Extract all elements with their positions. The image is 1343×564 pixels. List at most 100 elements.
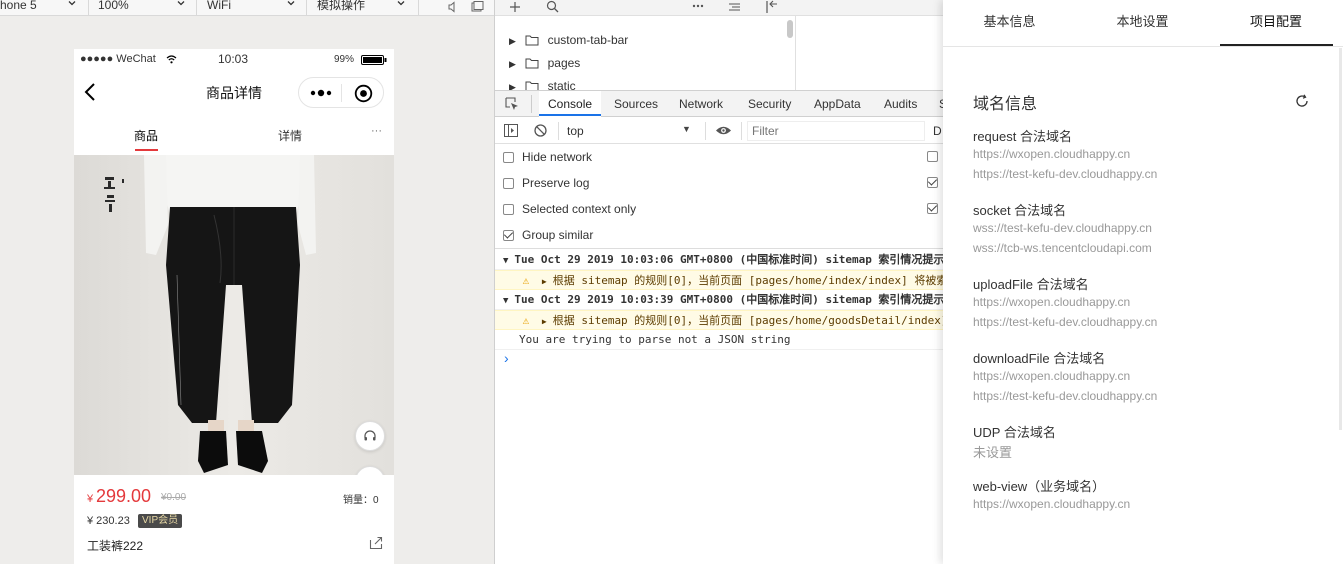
request-domain-value: https://wxopen.cloudhappy.cn <box>973 147 1131 161</box>
window-icon[interactable] <box>471 1 484 13</box>
divider <box>531 95 532 113</box>
checkbox[interactable] <box>503 204 514 215</box>
zoom-select-value: 100% <box>98 0 129 12</box>
more-dots-icon[interactable] <box>310 88 332 98</box>
console-warning[interactable]: ⚠ ▶ 根据 sitemap 的规则[0]，当前页面 [pages/home/in… <box>495 270 943 290</box>
caret-right-icon: ▶ <box>509 82 516 90</box>
divider <box>705 122 706 140</box>
tab-detail[interactable]: 详情 <box>278 127 302 144</box>
tab-appdata[interactable]: AppData <box>814 91 861 117</box>
status-bar: ●●●●● WeChat 10:03 99% <box>74 49 394 69</box>
search-icon[interactable] <box>546 0 559 13</box>
clock: 10:03 <box>218 52 249 66</box>
context-select-value: top <box>567 124 584 138</box>
checkbox-autocomplete[interactable] <box>927 203 938 214</box>
caret-right-icon: ▶ <box>509 36 516 46</box>
uploadfile-domain-value: https://test-kefu-dev.cloudhappy.cn <box>973 315 1158 329</box>
vip-badge: VIP会员 <box>138 514 183 528</box>
zoom-select[interactable]: 100% <box>98 0 188 14</box>
panel-scrollbar[interactable] <box>1339 48 1342 430</box>
share-icon[interactable] <box>369 536 383 550</box>
price-currency: ¥ <box>87 493 94 505</box>
console-group-header[interactable]: ▼ Tue Oct 29 2019 10:03:39 GMT+0800 (中国标准… <box>495 290 943 310</box>
tab-sources[interactable]: Sources <box>614 91 658 117</box>
option-group-similar[interactable]: Group similar <box>503 222 593 248</box>
default-levels-select[interactable]: D <box>933 124 942 138</box>
checkbox[interactable] <box>503 152 514 163</box>
tree-item-pages[interactable]: ▶ pages <box>509 53 580 73</box>
option-preserve-log[interactable]: Preserve log <box>503 170 589 196</box>
checkbox[interactable] <box>503 230 514 241</box>
tree-item-label: custom-tab-bar <box>547 33 629 47</box>
console-warning[interactable]: ⚠ ▶ 根据 sitemap 的规则[0]，当前页面 [pages/home/go… <box>495 310 943 330</box>
tree-item-static[interactable]: ▶ static <box>509 76 576 90</box>
product-photo-illustration <box>74 155 394 475</box>
eye-icon[interactable] <box>715 125 732 136</box>
volume-icon[interactable] <box>447 1 459 13</box>
tab-network[interactable]: Network <box>679 91 723 117</box>
chevron-down-icon <box>177 1 185 6</box>
downloadfile-domain-value: https://test-kefu-dev.cloudhappy.cn <box>973 389 1158 403</box>
option-label: Preserve log <box>522 176 590 190</box>
chevron-down-icon <box>287 1 295 6</box>
option-label: Hide network <box>522 150 593 164</box>
warning-icon: ⚠ <box>522 274 530 287</box>
tab-goods[interactable]: 商品 <box>134 127 158 144</box>
folder-icon <box>525 81 539 90</box>
active-tab-indicator <box>135 149 158 151</box>
checkbox[interactable] <box>503 178 514 189</box>
close-miniprogram-icon[interactable] <box>354 84 373 103</box>
checkbox-log-xmlhttprequests[interactable] <box>927 151 938 162</box>
console-filter-input[interactable] <box>747 121 925 141</box>
console-group-header[interactable]: ▼ Tue Oct 29 2019 10:03:06 GMT+0800 (中国标准… <box>495 250 943 270</box>
udp-domain-value: 未设置 <box>973 445 1013 460</box>
tab-audits[interactable]: Audits <box>884 91 917 117</box>
tree-item-custom-tab-bar[interactable]: ▶ custom-tab-bar <box>509 30 628 50</box>
option-hide-network[interactable]: Hide network <box>503 144 592 170</box>
console-prompt[interactable]: › <box>504 350 509 366</box>
divider <box>306 0 307 15</box>
clear-console-icon[interactable] <box>534 124 547 137</box>
uploadfile-domain-label: uploadFile 合法域名 <box>973 277 1089 292</box>
option-selected-context-only[interactable]: Selected context only <box>503 196 636 222</box>
more-menu[interactable]: ··· <box>371 125 382 137</box>
section-title: 域名信息 <box>973 96 1038 113</box>
refresh-icon[interactable] <box>1295 94 1309 108</box>
phone-simulator: ●●●●● WeChat 10:03 99% 商品 详情 商品 详情 ··· ¥ … <box>74 49 394 564</box>
product-name: 工装裤222 <box>87 539 144 553</box>
tab-basic-info[interactable]: 基本信息 <box>943 0 1076 46</box>
caret-right-icon: ▶ <box>541 277 547 286</box>
tab-security[interactable]: Security <box>748 91 791 117</box>
tab-local-settings[interactable]: 本地设置 <box>1076 0 1209 46</box>
request-domain-value: https://test-kefu-dev.cloudhappy.cn <box>973 167 1158 181</box>
product-image[interactable] <box>74 155 394 475</box>
context-select[interactable]: top ▼ <box>561 121 701 141</box>
active-tab-indicator <box>539 114 601 116</box>
add-icon[interactable] <box>509 1 521 13</box>
option-label: Group similar <box>522 228 594 242</box>
more-icon[interactable] <box>692 4 704 8</box>
sidebar-toggle-icon[interactable] <box>504 124 518 137</box>
mode-select[interactable]: 模拟操作 <box>317 0 409 14</box>
divider <box>558 122 559 140</box>
checkbox-eager-evaluation[interactable] <box>927 177 938 188</box>
chevron-down-icon <box>68 1 76 6</box>
inspect-element-icon[interactable] <box>505 97 519 111</box>
outline-icon[interactable] <box>728 1 741 13</box>
details-panel: 基本信息 本地设置 项目配置 域名信息 request 合法域名 https:/… <box>943 0 1343 564</box>
customer-service-button[interactable] <box>355 421 385 451</box>
simulator-toolbar: hone 5 100% WiFi 模拟操作 <box>0 0 494 16</box>
console-log[interactable]: You are trying to parse not a JSON strin… <box>495 330 943 350</box>
devtools-tabbar: Console Sources Network Security AppData… <box>495 90 943 117</box>
tree-scrollbar[interactable] <box>787 20 793 38</box>
product-tabs: 商品 详情 ··· <box>74 113 394 155</box>
device-select-value: hone 5 <box>0 0 37 12</box>
split-editor-icon[interactable] <box>765 0 779 14</box>
network-select[interactable]: WiFi <box>207 0 299 14</box>
device-select[interactable]: hone 5 <box>0 0 80 14</box>
folder-icon <box>525 58 539 69</box>
caret-down-icon: ▼ <box>503 256 509 266</box>
tree-item-label: static <box>547 79 576 90</box>
divider <box>418 0 419 15</box>
tab-project-config[interactable]: 项目配置 <box>1219 0 1333 46</box>
